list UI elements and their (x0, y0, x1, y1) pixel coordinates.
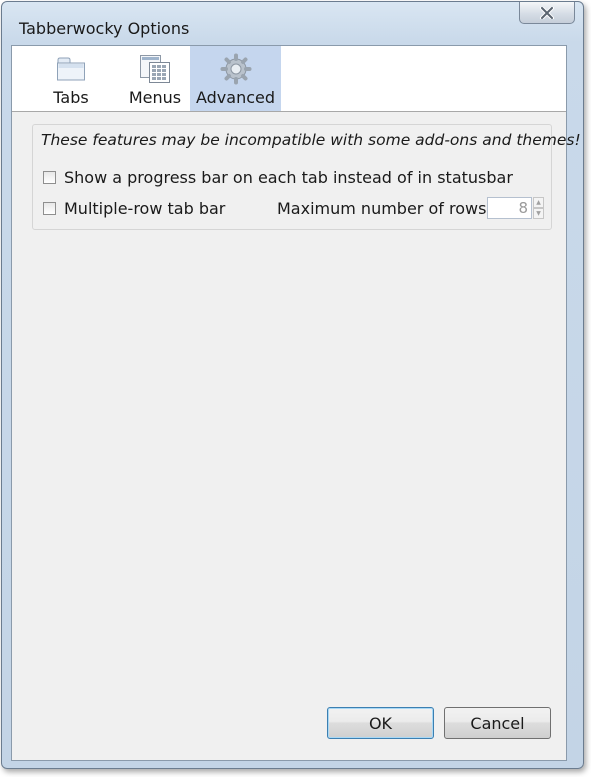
tab-menus-label: Menus (128, 88, 182, 107)
window-title: Tabberwocky Options (19, 19, 190, 38)
spin-up-arrow-icon[interactable]: ▲ (533, 197, 544, 208)
title-bar[interactable]: Tabberwocky Options (2, 2, 583, 42)
close-icon (539, 6, 555, 19)
menus-icon (139, 52, 171, 86)
pane-selector: Tabs Menus Advanced (12, 46, 566, 112)
progress-bar-label: Show a progress bar on each tab instead … (64, 168, 513, 187)
tabs-icon (56, 52, 86, 86)
gear-icon (220, 52, 252, 86)
max-rows-spinner[interactable]: 8 ▲ ▼ (487, 197, 545, 219)
dialog-content: Tabs Menus Advanced These features may b… (11, 45, 581, 761)
cancel-button[interactable]: Cancel (444, 707, 551, 739)
tab-tabs[interactable]: Tabs (32, 46, 110, 111)
max-rows-label: Maximum number of rows (277, 199, 487, 218)
options-dialog: Tabberwocky Options Tabs Menus Advanced … (1, 1, 584, 769)
tab-tabs-label: Tabs (53, 88, 89, 107)
tab-advanced-label: Advanced (195, 88, 276, 107)
tab-menus[interactable]: Menus (116, 46, 194, 111)
spin-buttons[interactable]: ▲ ▼ (533, 197, 544, 219)
progress-bar-checkbox[interactable] (43, 171, 56, 184)
max-rows-input[interactable]: 8 (487, 197, 532, 219)
close-button[interactable] (519, 2, 575, 24)
multirow-label: Multiple-row tab bar (64, 199, 226, 218)
multirow-option[interactable]: Multiple-row tab bar (43, 199, 225, 218)
spin-down-arrow-icon[interactable]: ▼ (533, 208, 544, 219)
tab-advanced[interactable]: Advanced (190, 46, 281, 111)
compatibility-warning: These features may be incompatible with … (41, 131, 581, 149)
multirow-checkbox[interactable] (43, 202, 56, 215)
ok-button[interactable]: OK (327, 707, 434, 739)
progress-bar-option[interactable]: Show a progress bar on each tab instead … (43, 168, 513, 187)
